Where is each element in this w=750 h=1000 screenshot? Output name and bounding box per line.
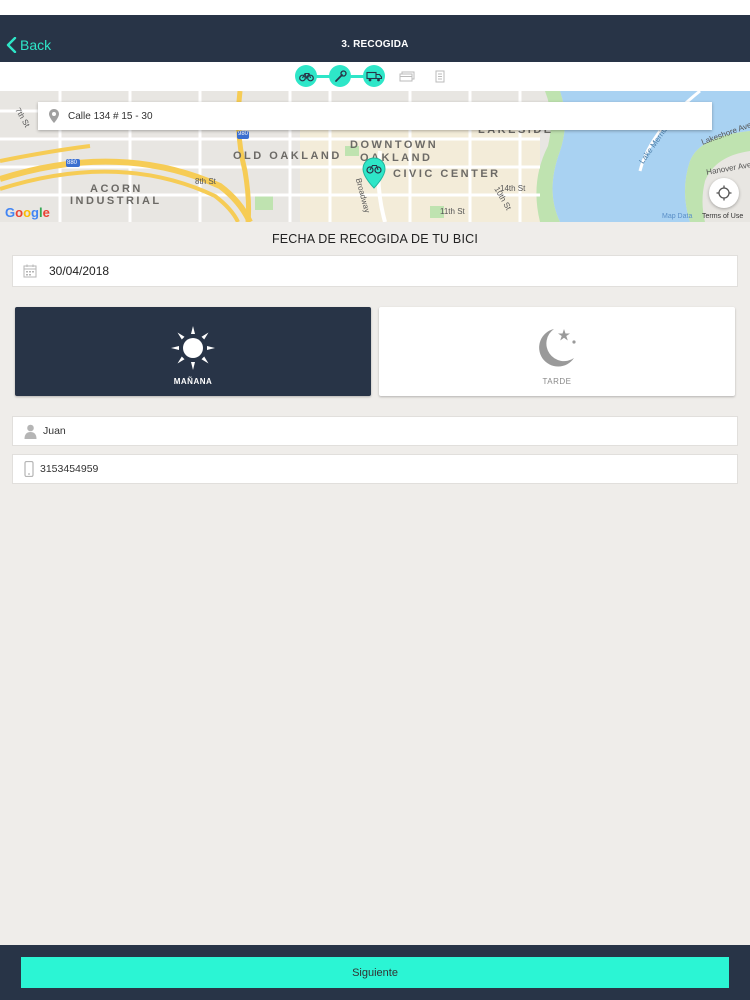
calendar-icon	[23, 264, 37, 278]
locate-me-button[interactable]	[709, 178, 739, 208]
step-bicycle[interactable]	[295, 65, 317, 87]
bicycle-icon	[298, 72, 314, 81]
status-bar	[0, 0, 750, 15]
delivery-truck-icon	[365, 71, 382, 81]
receipt-icon	[435, 70, 445, 82]
google-logo: Google	[5, 205, 50, 220]
highway-980-label: 980	[238, 131, 249, 137]
mobile-phone-icon	[24, 461, 34, 477]
navigation-bar: Back 3. RECOGIDA	[0, 15, 750, 62]
highway-880-label: 880	[67, 160, 78, 166]
crosshair-icon	[716, 185, 732, 201]
map-label-industrial: INDUSTRIAL	[70, 195, 162, 207]
next-button[interactable]: Siguiente	[21, 957, 729, 988]
map-marker-bicycle-icon[interactable]	[362, 157, 386, 189]
progress-stepper	[0, 62, 750, 91]
street-label-8th: 8th St	[195, 177, 216, 186]
map-label-civic-center: CIVIC CENTER	[393, 168, 501, 180]
pickup-date-value: 30/04/2018	[49, 264, 110, 278]
name-input[interactable]	[43, 425, 643, 437]
payment-card-icon	[399, 71, 415, 81]
wrench-icon	[334, 69, 347, 82]
morning-shift-label: MAÑANA	[173, 377, 213, 386]
map-label-old-oakland: OLD OAKLAND	[233, 150, 342, 162]
afternoon-shift-label: TARDE	[542, 377, 572, 386]
name-field[interactable]	[12, 416, 738, 446]
morning-shift-button[interactable]: MAÑANA	[15, 307, 371, 396]
address-search-bar[interactable]: Calle 134 # 15 - 30	[38, 102, 712, 130]
address-text: Calle 134 # 15 - 30	[68, 110, 153, 122]
phone-field[interactable]	[12, 454, 738, 484]
map-data-link[interactable]: Map Data	[662, 213, 692, 220]
footer-bar: Siguiente	[0, 945, 750, 1000]
location-pin-icon	[49, 109, 59, 123]
section-title: FECHA DE RECOGIDA DE TU BICI	[271, 232, 479, 246]
step-summary[interactable]	[429, 65, 451, 87]
map-label-downtown: DOWNTOWN	[350, 139, 439, 151]
phone-input[interactable]	[40, 463, 640, 475]
sun-icon	[171, 326, 215, 370]
moon-icon	[539, 329, 576, 367]
terms-of-use-link[interactable]: Terms of Use	[702, 213, 743, 220]
map-label-acorn: ACORN	[90, 183, 143, 195]
user-icon	[24, 424, 37, 439]
page-title: 3. RECOGIDA	[341, 39, 409, 50]
step-pickup[interactable]	[363, 65, 385, 87]
step-repair[interactable]	[329, 65, 351, 87]
pickup-date-field[interactable]: 30/04/2018	[12, 255, 738, 287]
step-payment[interactable]	[396, 65, 418, 87]
street-label-11th: 11th St	[440, 207, 465, 216]
afternoon-shift-button[interactable]: TARDE	[379, 307, 735, 396]
